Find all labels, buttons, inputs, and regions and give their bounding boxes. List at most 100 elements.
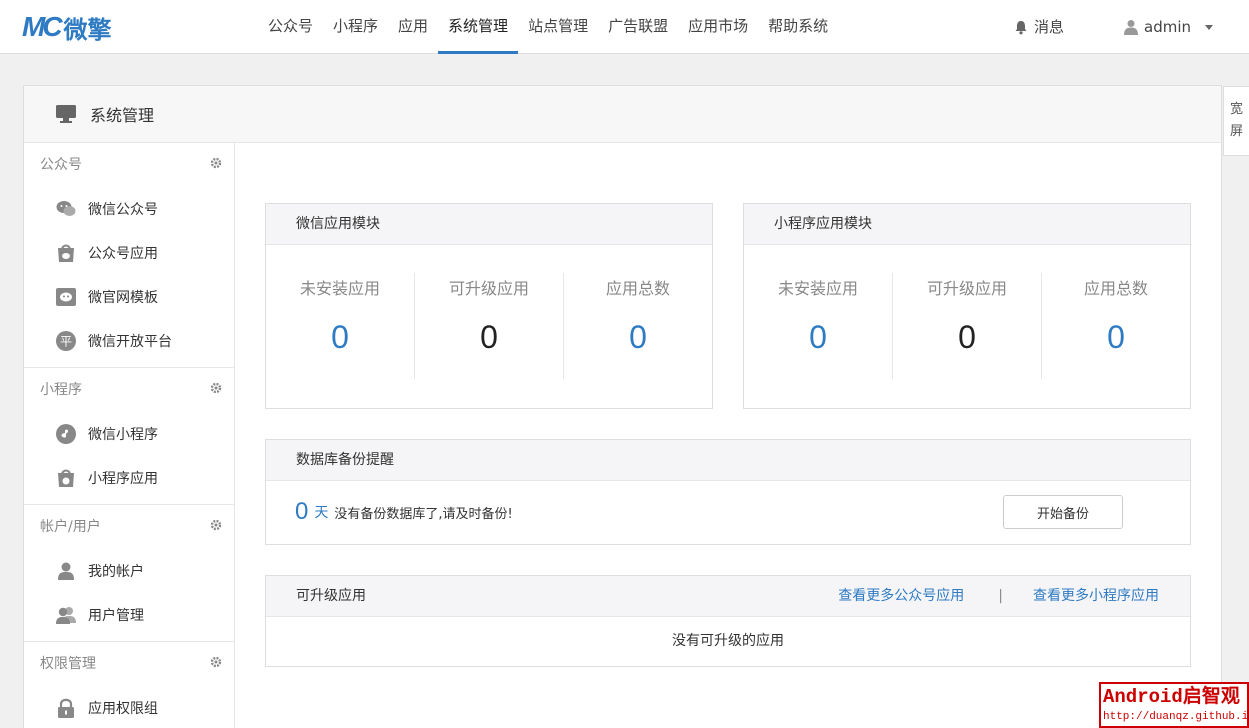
nav-item-help[interactable]: 帮助系统 (758, 0, 838, 54)
stat-label: 未安装应用 (777, 279, 858, 298)
sidebar-item-label: 我的帐户 (88, 564, 144, 580)
nav-item-ads[interactable]: 广告联盟 (598, 0, 678, 54)
upgrade-links: 查看更多公众号应用 | 查看更多小程序应用 (838, 576, 1159, 617)
messages-link[interactable]: 消息 (1014, 0, 1064, 54)
stat-upgradable[interactable]: 可升级应用 0 (415, 273, 564, 379)
gear-icon[interactable] (210, 157, 222, 169)
sidebar-item-official-apps[interactable]: 公众号应用 (24, 231, 234, 275)
wechat-module-card: 微信应用模块 未安装应用 0 可升级应用 0 应用总数 0 (265, 203, 713, 409)
username: admin (1144, 18, 1191, 36)
users-icon (56, 605, 76, 625)
sidebar-item-wechat-mini[interactable]: 微信小程序 (24, 412, 234, 456)
sidebar-item-label: 用户管理 (88, 608, 144, 624)
stat-uninstalled[interactable]: 未安装应用 0 (266, 273, 415, 379)
sidebar-item-wechat-official[interactable]: 微信公众号 (24, 187, 234, 231)
stat-label: 可升级应用 (448, 279, 529, 298)
panel-header: 系统管理 (24, 86, 1221, 143)
sidebar-item-user-management[interactable]: 用户管理 (24, 593, 234, 637)
nav-item-apps[interactable]: 应用 (388, 0, 438, 54)
upgradable-card: 可升级应用 查看更多公众号应用 | 查看更多小程序应用 没有可升级的应用 (265, 575, 1191, 667)
sidebar-item-label: 微信公众号 (88, 202, 158, 218)
sidebar-item-label: 微信小程序 (88, 427, 158, 443)
watermark-title: Android启智观 (1103, 686, 1240, 708)
app-bag-icon (56, 243, 76, 263)
sidebar: 公众号 微信公众号 公众号应用 微官网模板 平 微信开放平台 小程序 微信小程序 (24, 143, 235, 728)
stats-row: 未安装应用 0 可升级应用 0 应用总数 0 (266, 245, 712, 409)
sidebar-group-official: 公众号 (24, 143, 234, 187)
top-navbar: MC 微擎 公众号 小程序 应用 系统管理 站点管理 广告联盟 应用市场 帮助系… (0, 0, 1249, 54)
backup-days: 0 (295, 498, 309, 525)
lock-icon (56, 698, 76, 718)
miniprogram-app-icon (56, 468, 76, 488)
stat-value: 0 (958, 319, 976, 355)
nav-item-miniprogram[interactable]: 小程序 (323, 0, 388, 54)
user-icon (56, 561, 76, 581)
wide-toggle-char-2: 屏 (1229, 124, 1243, 139)
start-backup-button[interactable]: 开始备份 (1003, 495, 1123, 529)
page-title: 系统管理 (90, 106, 155, 125)
backup-card: 数据库备份提醒 0 天 没有备份数据库了,请及时备份! 开始备份 (265, 439, 1191, 545)
nav-item-market[interactable]: 应用市场 (678, 0, 758, 54)
logo-text: 微擎 (63, 15, 112, 44)
card-title: 微信应用模块 (266, 204, 712, 245)
sidebar-item-mini-apps[interactable]: 小程序应用 (24, 456, 234, 500)
gear-icon[interactable] (210, 519, 222, 531)
sidebar-item-templates[interactable]: 微官网模板 (24, 275, 234, 319)
stat-value: 0 (629, 319, 647, 355)
sidebar-item-label: 小程序应用 (88, 471, 158, 487)
wide-toggle-char-1: 宽 (1229, 102, 1243, 117)
monitor-icon (56, 105, 76, 123)
watermark-url: http://duanqz.github.io (1103, 711, 1249, 723)
stat-total[interactable]: 应用总数 0 (564, 273, 712, 379)
backup-body: 0 天 没有备份数据库了,请及时备份! 开始备份 (266, 481, 1190, 543)
main-nav: 公众号 小程序 应用 系统管理 站点管理 广告联盟 应用市场 帮助系统 (258, 0, 838, 54)
stat-label: 应用总数 (605, 279, 670, 298)
logo[interactable]: MC 微擎 (22, 10, 112, 44)
empty-message: 没有可升级的应用 (672, 633, 784, 649)
logo-mark: MC (22, 11, 63, 42)
user-icon (1124, 20, 1138, 35)
sidebar-item-app-permission-groups[interactable]: 应用权限组 (24, 686, 234, 728)
stat-upgradable[interactable]: 可升级应用 0 (893, 273, 1042, 379)
sidebar-item-open-platform[interactable]: 平 微信开放平台 (24, 319, 234, 363)
backup-days-unit: 天 (314, 505, 329, 521)
stat-value: 0 (1107, 319, 1125, 355)
stat-uninstalled[interactable]: 未安装应用 0 (744, 273, 893, 379)
stat-total[interactable]: 应用总数 0 (1042, 273, 1190, 379)
miniprogram-icon (56, 424, 76, 444)
gear-icon[interactable] (210, 382, 222, 394)
sidebar-item-my-account[interactable]: 我的帐户 (24, 549, 234, 593)
nav-item-sites[interactable]: 站点管理 (518, 0, 598, 54)
sidebar-group-title: 小程序 (40, 382, 82, 398)
card-title: 小程序应用模块 (744, 204, 1190, 245)
sidebar-group-title: 帐户/用户 (40, 519, 101, 535)
mini-module-card: 小程序应用模块 未安装应用 0 可升级应用 0 应用总数 0 (743, 203, 1191, 409)
more-mini-apps-link[interactable]: 查看更多小程序应用 (1033, 576, 1159, 617)
bell-icon (1015, 20, 1027, 34)
svg-text:平: 平 (60, 335, 72, 349)
sidebar-group-permissions: 权限管理 (24, 642, 234, 686)
stat-value: 0 (809, 319, 827, 355)
card-title: 可升级应用 (296, 588, 366, 604)
user-menu[interactable]: admin (1124, 0, 1213, 54)
chevron-down-icon (1205, 24, 1213, 30)
more-official-apps-link[interactable]: 查看更多公众号应用 (838, 576, 964, 617)
sidebar-group-miniprogram: 小程序 (24, 368, 234, 412)
card-title: 数据库备份提醒 (266, 440, 1190, 481)
stats-row: 未安装应用 0 可升级应用 0 应用总数 0 (744, 245, 1190, 409)
messages-label: 消息 (1034, 18, 1065, 36)
card-header: 可升级应用 查看更多公众号应用 | 查看更多小程序应用 (266, 576, 1190, 617)
wide-screen-toggle[interactable]: 宽 屏 (1223, 86, 1249, 156)
stat-value: 0 (480, 319, 498, 355)
platform-icon: 平 (56, 331, 76, 351)
sidebar-item-label: 微官网模板 (88, 290, 158, 306)
sidebar-group-title: 公众号 (40, 157, 82, 173)
wechat-icon (56, 199, 76, 219)
watermark: Android启智观 http://duanqz.github.io (1099, 682, 1249, 728)
gear-icon[interactable] (210, 656, 222, 668)
nav-item-official[interactable]: 公众号 (258, 0, 323, 54)
stat-label: 未安装应用 (299, 279, 380, 298)
link-separator: | (998, 588, 1003, 604)
nav-item-system[interactable]: 系统管理 (438, 0, 519, 54)
stat-label: 应用总数 (1083, 279, 1148, 298)
